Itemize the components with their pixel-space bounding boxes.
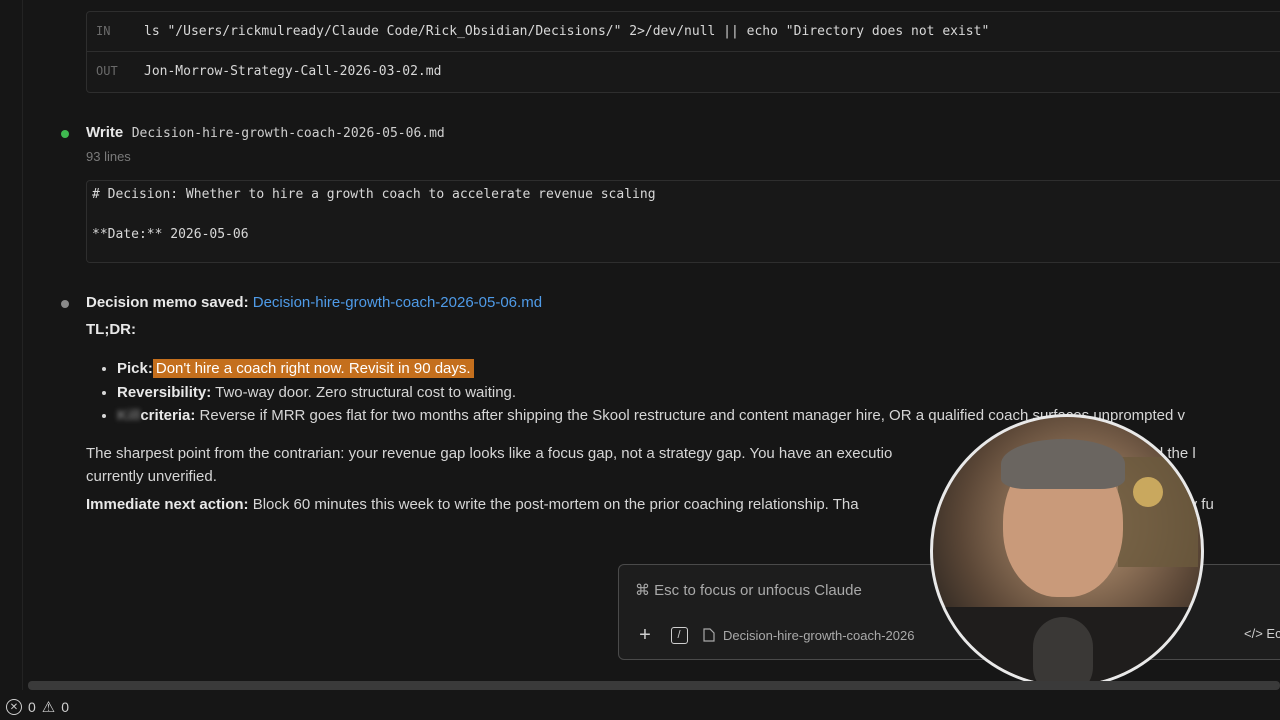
command-text: ls "/Users/rickmulready/Claude Code/Rick… — [144, 23, 990, 39]
next-action-text: Block 60 minutes this week to write the … — [248, 496, 859, 513]
webcam-overlay — [930, 414, 1204, 688]
output-text: Jon-Morrow-Strategy-Call-2026-03-02.md — [144, 63, 442, 79]
horizontal-scrollbar[interactable] — [28, 681, 1280, 690]
file-icon — [703, 628, 715, 642]
left-gutter — [0, 0, 23, 690]
bash-tool-block: IN ls "/Users/rickmulready/Claude Code/R… — [86, 11, 1280, 93]
tldr-list: Pick:Don't hire a coach right now. Revis… — [97, 357, 1185, 428]
memo-file-link[interactable]: Decision-hire-growth-coach-2026-05-06.md — [253, 294, 542, 311]
prompt-placeholder[interactable]: ⌘ Esc to focus or unfocus Claude — [635, 581, 862, 599]
bullet-label: Pick: — [117, 360, 153, 377]
paragraph-text: The sharpest point from the contrarian: … — [86, 445, 893, 462]
memo-saved-line: Decision memo saved: Decision-hire-growt… — [86, 294, 542, 311]
warning-count: 0 — [61, 699, 70, 715]
attached-file-chip[interactable]: Decision-hire-growth-coach-2026 — [703, 628, 914, 643]
in-tag: IN — [96, 24, 111, 38]
highlighted-pick: Don't hire a coach right now. Revisit in… — [152, 359, 474, 378]
add-icon[interactable]: + — [635, 624, 655, 646]
tldr-heading: TL;DR: — [86, 321, 136, 338]
preview-line-1: # Decision: Whether to hire a growth coa… — [92, 187, 656, 202]
slash-command-icon[interactable]: / — [669, 625, 689, 645]
write-step-header[interactable]: Write Decision-hire-growth-coach-2026-05… — [86, 124, 445, 142]
tool-output-row: OUT Jon-Morrow-Strategy-Call-2026-03-02.… — [87, 52, 1280, 90]
blurred-label: Kill — [117, 407, 141, 424]
warning-icon[interactable]: ⚠ — [42, 698, 55, 716]
file-preview-block[interactable]: # Decision: Whether to hire a growth coa… — [86, 180, 1280, 263]
line-count: 93 lines — [86, 149, 131, 164]
bullet-text: Two-way door. Zero structural cost to wa… — [211, 383, 517, 401]
next-action-label: Immediate next action: — [86, 496, 249, 513]
status-dot-icon — [61, 300, 69, 308]
prompt-toolbar: + / Decision-hire-growth-coach-2026 — [635, 624, 914, 646]
bullet-label: Reversibility: — [117, 383, 212, 401]
out-tag: OUT — [96, 64, 118, 78]
list-item: Reversibility: Two-way door. Zero struct… — [117, 381, 1185, 405]
success-dot-icon — [61, 130, 69, 138]
contrarian-paragraph-line-2: currently unverified. — [86, 468, 217, 485]
preview-line-2: **Date:** 2026-05-06 — [92, 227, 249, 242]
status-bar: ✕ 0 ⚠ 0 — [0, 694, 1280, 720]
edit-mode-button[interactable]: </> Ec — [1244, 626, 1280, 641]
list-item: Pick:Don't hire a coach right now. Revis… — [117, 357, 1185, 381]
attached-file-name: Decision-hire-growth-coach-2026 — [723, 627, 915, 643]
error-icon[interactable]: ✕ — [6, 699, 22, 715]
write-action: Write — [86, 124, 124, 141]
tool-input-row: IN ls "/Users/rickmulready/Claude Code/R… — [87, 12, 1280, 50]
bullet-label: criteria: — [140, 407, 196, 424]
memo-saved-label: Decision memo saved: — [86, 294, 249, 311]
write-filename: Decision-hire-growth-coach-2026-05-06.md — [131, 126, 445, 141]
error-count: 0 — [28, 699, 36, 715]
